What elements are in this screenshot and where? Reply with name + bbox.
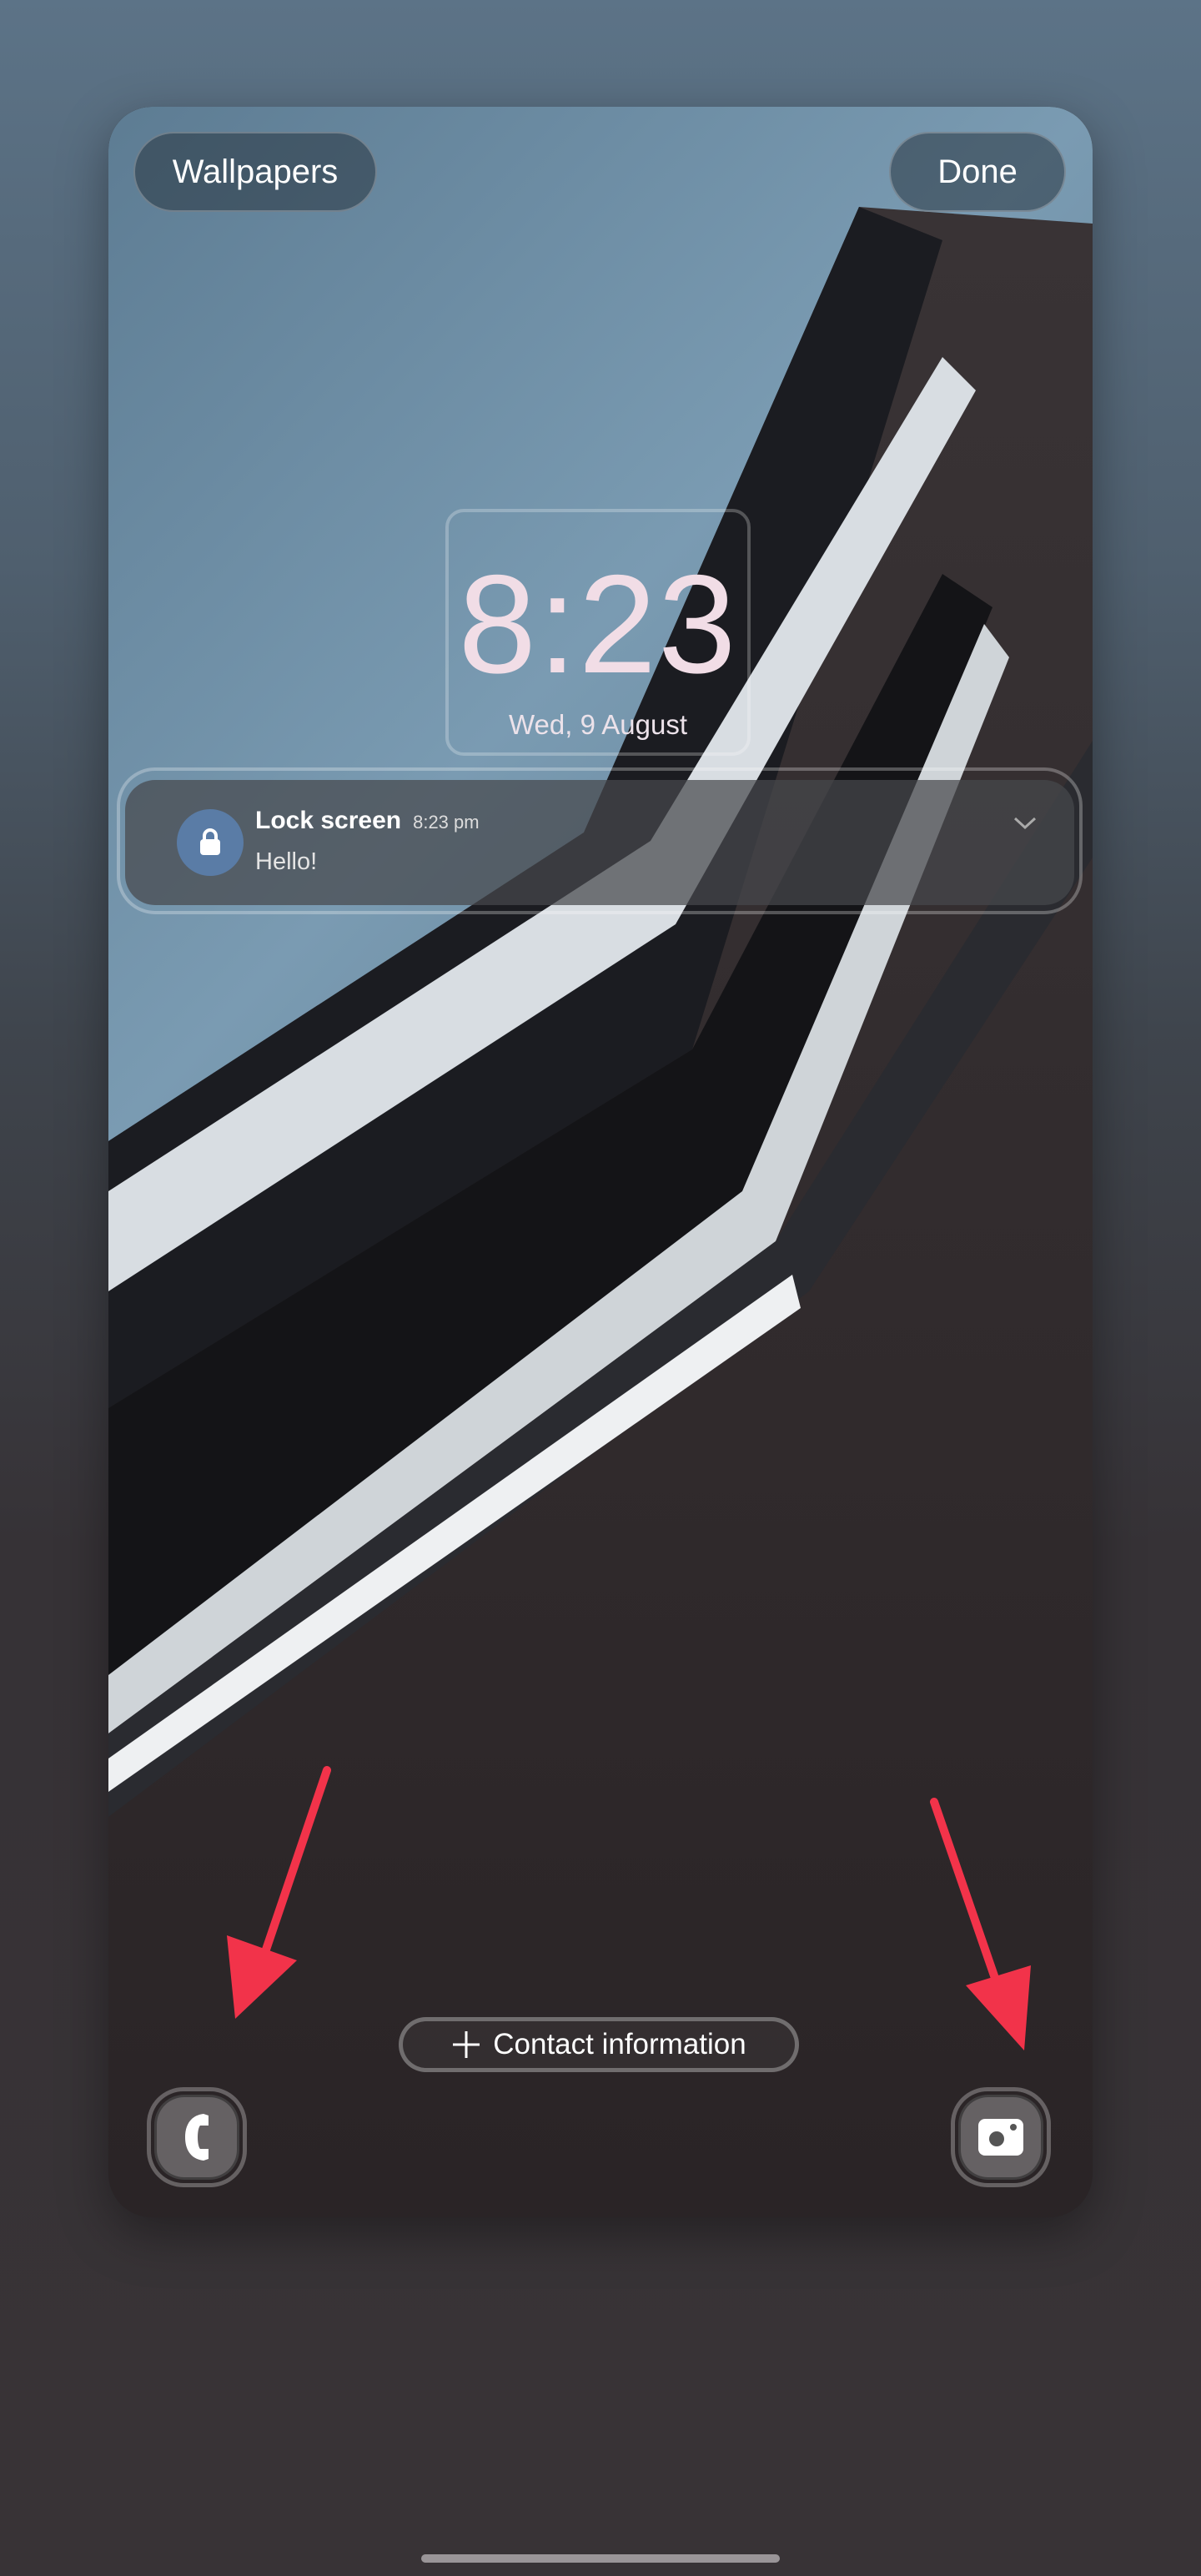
notification-message: Hello! bbox=[255, 848, 318, 875]
lock-icon bbox=[177, 809, 244, 876]
done-button[interactable]: Done bbox=[889, 132, 1066, 212]
notification-app: Lock screen bbox=[255, 807, 402, 834]
camera-icon bbox=[978, 2119, 1023, 2156]
clock-widget[interactable]: 8:23 Wed, 9 August bbox=[445, 509, 751, 756]
notification-card[interactable]: Lock screen 8:23 pm Hello! bbox=[125, 780, 1074, 905]
wallpaper-image bbox=[108, 107, 1093, 2217]
camera-shortcut[interactable] bbox=[951, 2087, 1051, 2187]
clock-time: 8:23 bbox=[458, 546, 738, 702]
phone-icon bbox=[185, 2114, 209, 2161]
chevron-down-icon[interactable] bbox=[1013, 815, 1038, 832]
contact-information-label: Contact information bbox=[493, 2028, 746, 2060]
lock-screen-preview: Wallpapers Done 8:23 Wed, 9 August Lock … bbox=[108, 107, 1093, 2217]
wallpapers-button[interactable]: Wallpapers bbox=[133, 132, 377, 212]
notification-time: 8:23 pm bbox=[413, 812, 480, 833]
phone-shortcut[interactable] bbox=[147, 2087, 247, 2187]
contact-information-button[interactable]: Contact information bbox=[399, 2017, 799, 2072]
plus-icon bbox=[453, 2031, 480, 2058]
home-indicator[interactable] bbox=[421, 2554, 780, 2563]
clock-date: Wed, 9 August bbox=[508, 709, 688, 740]
